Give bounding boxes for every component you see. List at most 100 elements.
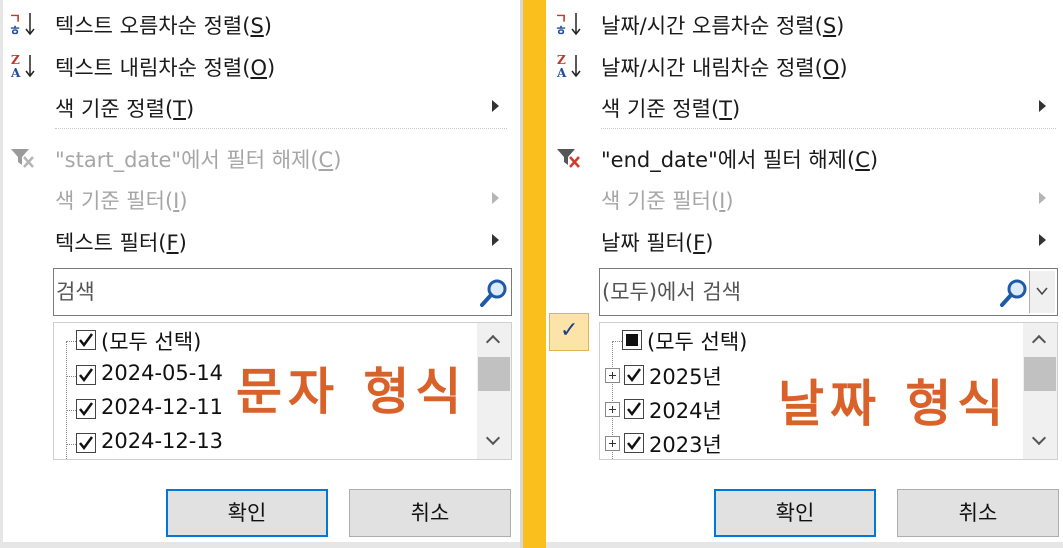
vertical-scrollbar[interactable] xyxy=(1023,323,1057,459)
check-icon: ✓ xyxy=(560,318,579,343)
list-item-select-all[interactable]: (모두 선택) xyxy=(600,323,1057,357)
cancel-button[interactable]: 취소 xyxy=(349,489,511,537)
bottom-edge xyxy=(546,542,1063,548)
list-item-label: 2024-12-13 xyxy=(101,429,224,453)
svg-text:Z: Z xyxy=(11,53,20,67)
chevron-up-icon xyxy=(1031,334,1047,350)
submenu-arrow-icon xyxy=(1039,192,1046,204)
sort-descending-icon: Z A xyxy=(556,53,581,79)
expand-icon[interactable] xyxy=(605,436,620,451)
ok-button[interactable]: 확인 xyxy=(166,489,328,537)
checkbox[interactable] xyxy=(76,399,96,419)
sort-ascending-icon: ㄱ ㅎ xyxy=(9,12,35,37)
checkbox[interactable] xyxy=(624,433,644,453)
list-item-label: (모두 선택) xyxy=(647,330,748,354)
menu-clear-filter[interactable]: "start_date"에서 필터 해제(C) xyxy=(0,137,520,177)
checkbox-indeterminate[interactable] xyxy=(622,330,642,350)
menu-sort-descending[interactable]: Z A 날짜/시간 내림차순 정렬(O) xyxy=(546,45,1063,85)
menu-sort-by-color[interactable]: 색 기준 정렬(T) xyxy=(546,86,1063,126)
checkbox[interactable] xyxy=(76,365,96,385)
list-item-label: 2023년 xyxy=(649,433,722,457)
expand-icon[interactable] xyxy=(605,402,620,417)
annotation-date-format: 날짜 형식 xyxy=(778,375,1010,433)
menu-label: 날짜/시간 오름차순 정렬(S) xyxy=(601,14,845,38)
checkbox[interactable] xyxy=(76,330,96,350)
svg-text:ㅎ: ㅎ xyxy=(555,24,567,37)
scroll-up-button[interactable] xyxy=(477,323,511,357)
menu-label: 날짜/시간 내림차순 정렬(O) xyxy=(601,56,848,80)
menu-separator xyxy=(601,128,1056,129)
checkbox[interactable] xyxy=(76,433,96,453)
sort-ascending-icon: ㄱ ㅎ xyxy=(555,12,581,37)
checkbox[interactable] xyxy=(624,399,644,419)
menu-sort-ascending[interactable]: ㄱ ㅎ 텍스트 오름차순 정렬(S) xyxy=(0,3,520,43)
search-placeholder: 검색 xyxy=(56,280,95,304)
submenu-arrow-icon xyxy=(1039,100,1046,112)
menu-label: 색 기준 정렬(T) xyxy=(601,97,741,121)
scroll-thumb[interactable] xyxy=(1024,357,1056,391)
chevron-down-icon xyxy=(1031,430,1047,446)
menu-label: 색 기준 정렬(T) xyxy=(55,97,195,121)
chevron-down-icon xyxy=(1036,287,1048,296)
chevron-up-icon xyxy=(485,334,501,350)
search-scope-dropdown[interactable] xyxy=(1029,271,1055,313)
panel-divider xyxy=(520,0,546,548)
scroll-down-button[interactable] xyxy=(1023,425,1057,459)
search-placeholder: (모두)에서 검색 xyxy=(602,280,741,304)
menu-filter-by-color[interactable]: 색 기준 필터(I) xyxy=(546,178,1063,218)
menu-date-filter[interactable]: 날짜 필터(F) xyxy=(546,220,1063,260)
sort-descending-icon: Z A xyxy=(10,53,35,79)
submenu-arrow-icon xyxy=(492,100,499,112)
menu-separator xyxy=(55,128,507,129)
menu-sort-by-color[interactable]: 색 기준 정렬(T) xyxy=(0,86,520,126)
submenu-arrow-icon xyxy=(492,234,499,246)
scroll-up-button[interactable] xyxy=(1023,323,1057,357)
annotation-text-format: 문자 형식 xyxy=(236,363,468,421)
menu-clear-filter[interactable]: "end_date"에서 필터 해제(C) xyxy=(546,137,1063,177)
clear-filter-icon xyxy=(557,149,580,168)
checkmark-tab[interactable]: ✓ xyxy=(549,313,589,351)
search-input[interactable]: (모두)에서 검색 xyxy=(599,268,1058,316)
cancel-button[interactable]: 취소 xyxy=(897,489,1059,537)
clear-filter-icon xyxy=(11,149,34,168)
search-input[interactable]: 검색 xyxy=(53,268,512,316)
menu-label: 날짜 필터(F) xyxy=(601,231,714,255)
svg-text:ㅎ: ㅎ xyxy=(9,24,21,37)
checkbox[interactable] xyxy=(624,365,644,385)
menu-filter-by-color[interactable]: 색 기준 필터(I) xyxy=(0,178,520,218)
scroll-down-button[interactable] xyxy=(477,425,511,459)
list-item-label: 2024년 xyxy=(649,399,722,423)
svg-text:A: A xyxy=(10,66,21,79)
menu-label: 텍스트 내림차순 정렬(O) xyxy=(55,56,276,80)
tree-line xyxy=(66,376,76,377)
menu-label: 텍스트 오름차순 정렬(S) xyxy=(55,14,272,38)
list-item-label: (모두 선택) xyxy=(101,330,202,354)
list-item[interactable]: 2024-12-13 xyxy=(54,426,511,459)
tree-line xyxy=(66,444,76,445)
list-item-label: 2025년 xyxy=(649,365,722,389)
submenu-arrow-icon xyxy=(492,192,499,204)
search-icon[interactable] xyxy=(478,277,510,309)
menu-label: 텍스트 필터(F) xyxy=(55,231,187,255)
menu-text-filter[interactable]: 텍스트 필터(F) xyxy=(0,220,520,260)
menu-label: "start_date"에서 필터 해제(C) xyxy=(55,148,342,172)
chevron-down-icon xyxy=(485,430,501,446)
tree-line xyxy=(66,410,76,411)
menu-sort-descending[interactable]: Z A 텍스트 내림차순 정렬(O) xyxy=(0,45,520,85)
svg-text:Z: Z xyxy=(557,53,566,67)
svg-text:A: A xyxy=(556,66,567,79)
scroll-thumb[interactable] xyxy=(478,357,510,391)
menu-label: "end_date"에서 필터 해제(C) xyxy=(601,148,879,172)
date-filter-dropdown: ㄱ ㅎ 날짜/시간 오름차순 정렬(S) Z A 날짜/시간 내림차순 정렬(O… xyxy=(546,0,1063,548)
tree-line xyxy=(66,341,76,342)
submenu-arrow-icon xyxy=(1039,234,1046,246)
list-item-label: 2024-12-11 xyxy=(101,395,224,419)
menu-sort-ascending[interactable]: ㄱ ㅎ 날짜/시간 오름차순 정렬(S) xyxy=(546,3,1063,43)
ok-button[interactable]: 확인 xyxy=(714,489,876,537)
expand-icon[interactable] xyxy=(605,368,620,383)
bottom-edge xyxy=(0,542,520,548)
menu-label: 색 기준 필터(I) xyxy=(601,189,734,213)
text-filter-dropdown: ㄱ ㅎ 텍스트 오름차순 정렬(S) Z A 텍스트 내림차순 정렬(O) 색 … xyxy=(0,0,520,548)
search-icon[interactable] xyxy=(998,277,1030,309)
vertical-scrollbar[interactable] xyxy=(477,323,511,459)
